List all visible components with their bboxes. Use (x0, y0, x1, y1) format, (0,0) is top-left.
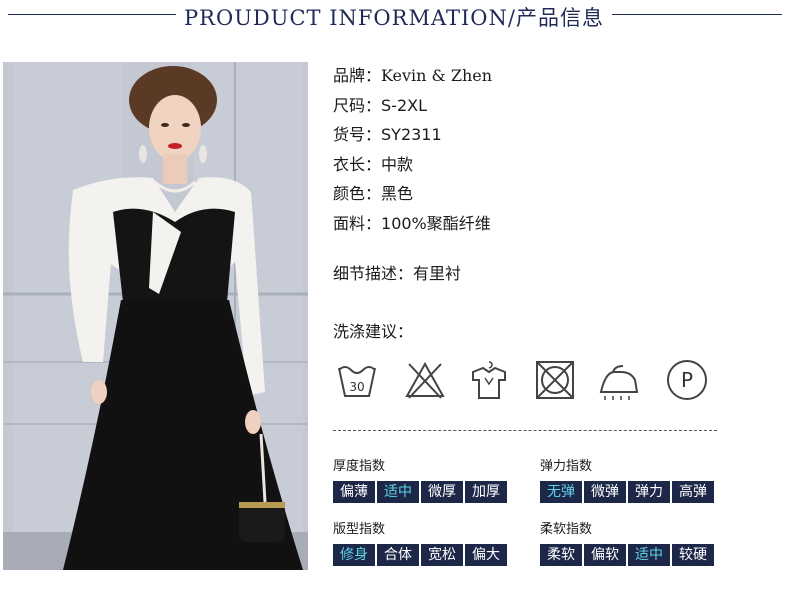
elasticity-option: 弹力 (628, 481, 670, 503)
dry-clean-letter: P (681, 368, 693, 392)
spec-value: 黑色 (381, 184, 414, 203)
spec-key: 品牌： (333, 66, 382, 85)
spec-key: 衣长： (333, 154, 382, 174)
detail-description: 细节描述：有里衬 (333, 260, 461, 284)
spec-row-size: 尺码：S-2XL (333, 94, 773, 124)
softness-option: 偏软 (584, 544, 626, 566)
spec-value: 中款 (381, 154, 414, 174)
fit-index-label: 版型指数 (333, 522, 386, 537)
thickness-index: 厚度指数 偏薄 适中 微厚 加厚 (333, 455, 509, 503)
spec-key: 货号： (333, 125, 382, 144)
care-title: 洗涤建议： (333, 322, 414, 341)
detail-key: 细节描述： (333, 264, 414, 283)
thickness-options: 偏薄 适中 微厚 加厚 (333, 481, 509, 503)
softness-option: 柔软 (540, 544, 582, 566)
divider (333, 430, 717, 431)
elasticity-index: 弹力指数 无弹 微弹 弹力 高弹 (540, 455, 716, 503)
softness-option: 较硬 (672, 544, 714, 566)
softness-options: 柔软 偏软 适中 较硬 (540, 544, 716, 566)
spec-list: 品牌：Kevin & Zhen 尺码：S-2XL 货号：SY2311 衣长：中款… (333, 64, 773, 241)
spec-key: 颜色： (333, 184, 382, 203)
hang-dry-icon (472, 361, 506, 399)
elasticity-index-label: 弹力指数 (540, 459, 593, 474)
thickness-option: 加厚 (465, 481, 507, 503)
care-icons: 30 P (333, 358, 723, 408)
thickness-option: 微厚 (421, 481, 463, 503)
elasticity-option: 高弹 (672, 481, 714, 503)
spec-value: SY2311 (381, 125, 442, 144)
product-photo (3, 62, 308, 570)
low-iron-icon (599, 365, 639, 400)
fit-options: 修身 合体 宽松 偏大 (333, 544, 509, 566)
elasticity-options: 无弹 微弹 弹力 高弹 (540, 481, 716, 503)
fit-index: 版型指数 修身 合体 宽松 偏大 (333, 518, 509, 566)
spec-row-item-number: 货号：SY2311 (333, 123, 773, 153)
section-header: PROUDUCT INFORMATION/产品信息 (0, 0, 790, 34)
do-not-bleach-icon (405, 361, 445, 399)
softness-index-label: 柔软指数 (540, 522, 593, 537)
spec-row-length: 衣长：中款 (333, 153, 773, 183)
model-wearing-dress-image (3, 62, 308, 570)
wash-temp-label: 30 (349, 380, 364, 394)
fit-option: 宽松 (421, 544, 463, 566)
do-not-tumble-dry-icon (536, 361, 574, 399)
spec-key: 面料： (333, 213, 382, 233)
softness-index: 柔软指数 柔软 偏软 适中 较硬 (540, 518, 716, 566)
spec-row-color: 颜色：黑色 (333, 182, 773, 212)
thickness-option-selected: 适中 (377, 481, 419, 503)
spec-key: 尺码： (333, 95, 382, 115)
thickness-index-label: 厚度指数 (333, 459, 386, 474)
section-title: PROUDUCT INFORMATION/产品信息 (184, 6, 604, 30)
detail-value: 有里衬 (413, 264, 462, 283)
dry-clean-p-icon: P (667, 360, 707, 400)
softness-option-selected: 适中 (628, 544, 670, 566)
thickness-option: 偏薄 (333, 481, 375, 503)
spec-value: S-2XL (381, 95, 427, 115)
spec-row-fabric: 面料：100%聚酯纤维 (333, 212, 773, 242)
header-rule-left (8, 14, 176, 15)
spec-value: 100%聚酯纤维 (381, 213, 491, 233)
elasticity-option-selected: 无弹 (540, 481, 582, 503)
fit-option: 合体 (377, 544, 419, 566)
spec-row-brand: 品牌：Kevin & Zhen (333, 64, 773, 94)
spec-value: Kevin & Zhen (381, 66, 493, 85)
wash-30-icon: 30 (338, 366, 376, 397)
fit-option: 偏大 (465, 544, 507, 566)
header-rule-right (612, 14, 782, 15)
elasticity-option: 微弹 (584, 481, 626, 503)
fit-option-selected: 修身 (333, 544, 375, 566)
